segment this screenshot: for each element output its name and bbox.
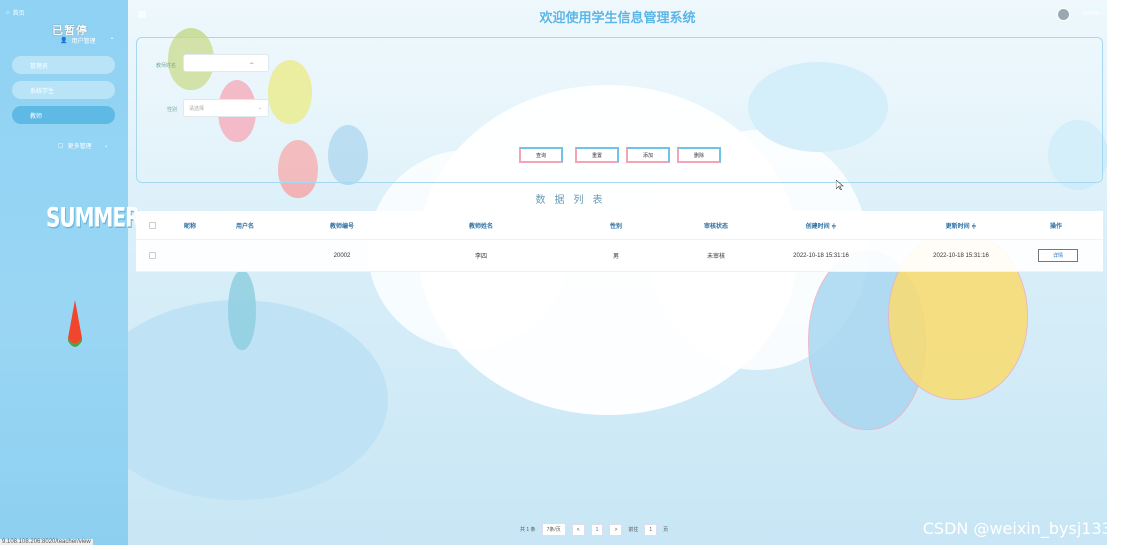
column-header[interactable]: 性别 xyxy=(596,211,636,239)
page-title: 欢迎使用学生信息管理系统 xyxy=(539,10,696,25)
column-header[interactable]: 教师姓名 xyxy=(446,211,516,239)
chevron-up-icon: ⌃ xyxy=(109,38,115,44)
cell-teacher-no: 20002 xyxy=(333,252,351,259)
search-panel: 教师姓名 ☁ 性别 请选择 ⌄ xyxy=(136,37,1103,183)
cell-status: 未审核 xyxy=(706,254,725,260)
sidebar: ⌂ 首页 已暂停 👤 用户管理 ⌃ 管理员 系统学生 教师 ▢ 更多管理 ⌄ S… xyxy=(0,0,141,545)
teacher-name-label: 教师姓名 xyxy=(156,63,177,69)
settings-icon: ▢ xyxy=(58,143,64,149)
home-link[interactable]: ⌂ 首页 xyxy=(6,8,25,18)
avatar[interactable] xyxy=(1057,8,1070,21)
chevron-down-icon: ⌄ xyxy=(257,105,262,111)
delete-button[interactable]: 删除 xyxy=(677,147,721,163)
status-url: 9.108.108.206:8020/teacher/view xyxy=(0,539,93,545)
top-header: ▦ 欢迎使用学生信息管理系统 admin xyxy=(128,0,1107,30)
gender-label: 性别 xyxy=(167,107,178,113)
pagination: 共 1 条 7条/页 < 1 > 前往 1 页 xyxy=(520,523,668,536)
watermark: CSDN @weixin_bysj1330 xyxy=(922,519,1122,538)
next-page-button[interactable]: > xyxy=(609,523,623,536)
page-size-select[interactable]: 7条/页 xyxy=(541,523,566,536)
mouse-cursor-icon xyxy=(836,180,844,190)
column-header[interactable]: 用户名 xyxy=(224,211,266,239)
column-header: 操作 xyxy=(1049,223,1062,230)
data-table: 昵称 用户名 教师编号 教师姓名 性别 审核状态 创建时间 ≑ 更新时间 ≑ 操… xyxy=(136,211,1103,272)
girl-illustration xyxy=(228,270,256,350)
select-all-checkbox[interactable] xyxy=(148,221,156,229)
add-button[interactable]: 添加 xyxy=(626,147,670,163)
chevron-down-icon: ⌄ xyxy=(103,143,109,149)
row-checkbox[interactable] xyxy=(148,252,156,259)
teacher-name-input[interactable]: ☁ xyxy=(183,54,269,72)
reset-button[interactable]: 重置 xyxy=(575,147,619,163)
menu-more-management[interactable]: ▢ 更多管理 ⌄ xyxy=(58,141,109,150)
column-header[interactable]: 审核状态 xyxy=(691,211,741,239)
gender-select[interactable]: 请选择 ⌄ xyxy=(183,99,269,117)
detail-button[interactable]: 详情 xyxy=(1038,249,1078,262)
column-header[interactable]: 创建时间 ≑ xyxy=(776,211,866,239)
sidebar-item-admin[interactable]: 管理员 xyxy=(12,56,115,74)
cell-nickname xyxy=(170,240,210,271)
prev-page-button[interactable]: < xyxy=(571,523,585,536)
cell-gender: 男 xyxy=(612,254,619,260)
user-icon: 👤 xyxy=(60,38,68,44)
total-count: 共 1 条 xyxy=(520,527,536,533)
cloud-icon: ☁ xyxy=(249,60,254,66)
cell-updated: 2022-10-18 15:31:16 xyxy=(933,252,989,259)
goto-label: 前往 xyxy=(628,527,639,533)
column-header[interactable]: 教师编号 xyxy=(314,211,370,239)
table-title: 数据列表 xyxy=(535,195,612,206)
cell-username xyxy=(224,240,266,271)
column-header[interactable]: 更新时间 ≑ xyxy=(916,211,1006,239)
page-unit: 页 xyxy=(663,527,669,533)
goto-page-input[interactable]: 1 xyxy=(644,523,658,536)
cloud-decor xyxy=(128,300,388,500)
menu-user-management[interactable]: 👤 用户管理 ⌃ xyxy=(60,36,115,45)
column-header[interactable]: 昵称 xyxy=(170,211,210,239)
search-button[interactable]: 查询 xyxy=(519,147,563,163)
sidebar-item-students[interactable]: 系统学生 xyxy=(12,81,115,99)
home-icon: ⌂ xyxy=(6,9,10,16)
table-header: 昵称 用户名 教师编号 教师姓名 性别 审核状态 创建时间 ≑ 更新时间 ≑ 操… xyxy=(136,211,1103,240)
cell-teacher-name: 李四 xyxy=(474,254,487,260)
watermelon-decor xyxy=(68,300,82,347)
user-name[interactable]: admin xyxy=(1083,11,1099,17)
sidebar-item-teachers[interactable]: 教师 xyxy=(12,106,115,124)
table-row: 20002 李四 男 未审核 2022-10-18 15:31:16 2022-… xyxy=(136,240,1103,272)
page-number-current[interactable]: 1 xyxy=(590,523,604,536)
cell-created: 2022-10-18 15:31:16 xyxy=(793,252,849,259)
